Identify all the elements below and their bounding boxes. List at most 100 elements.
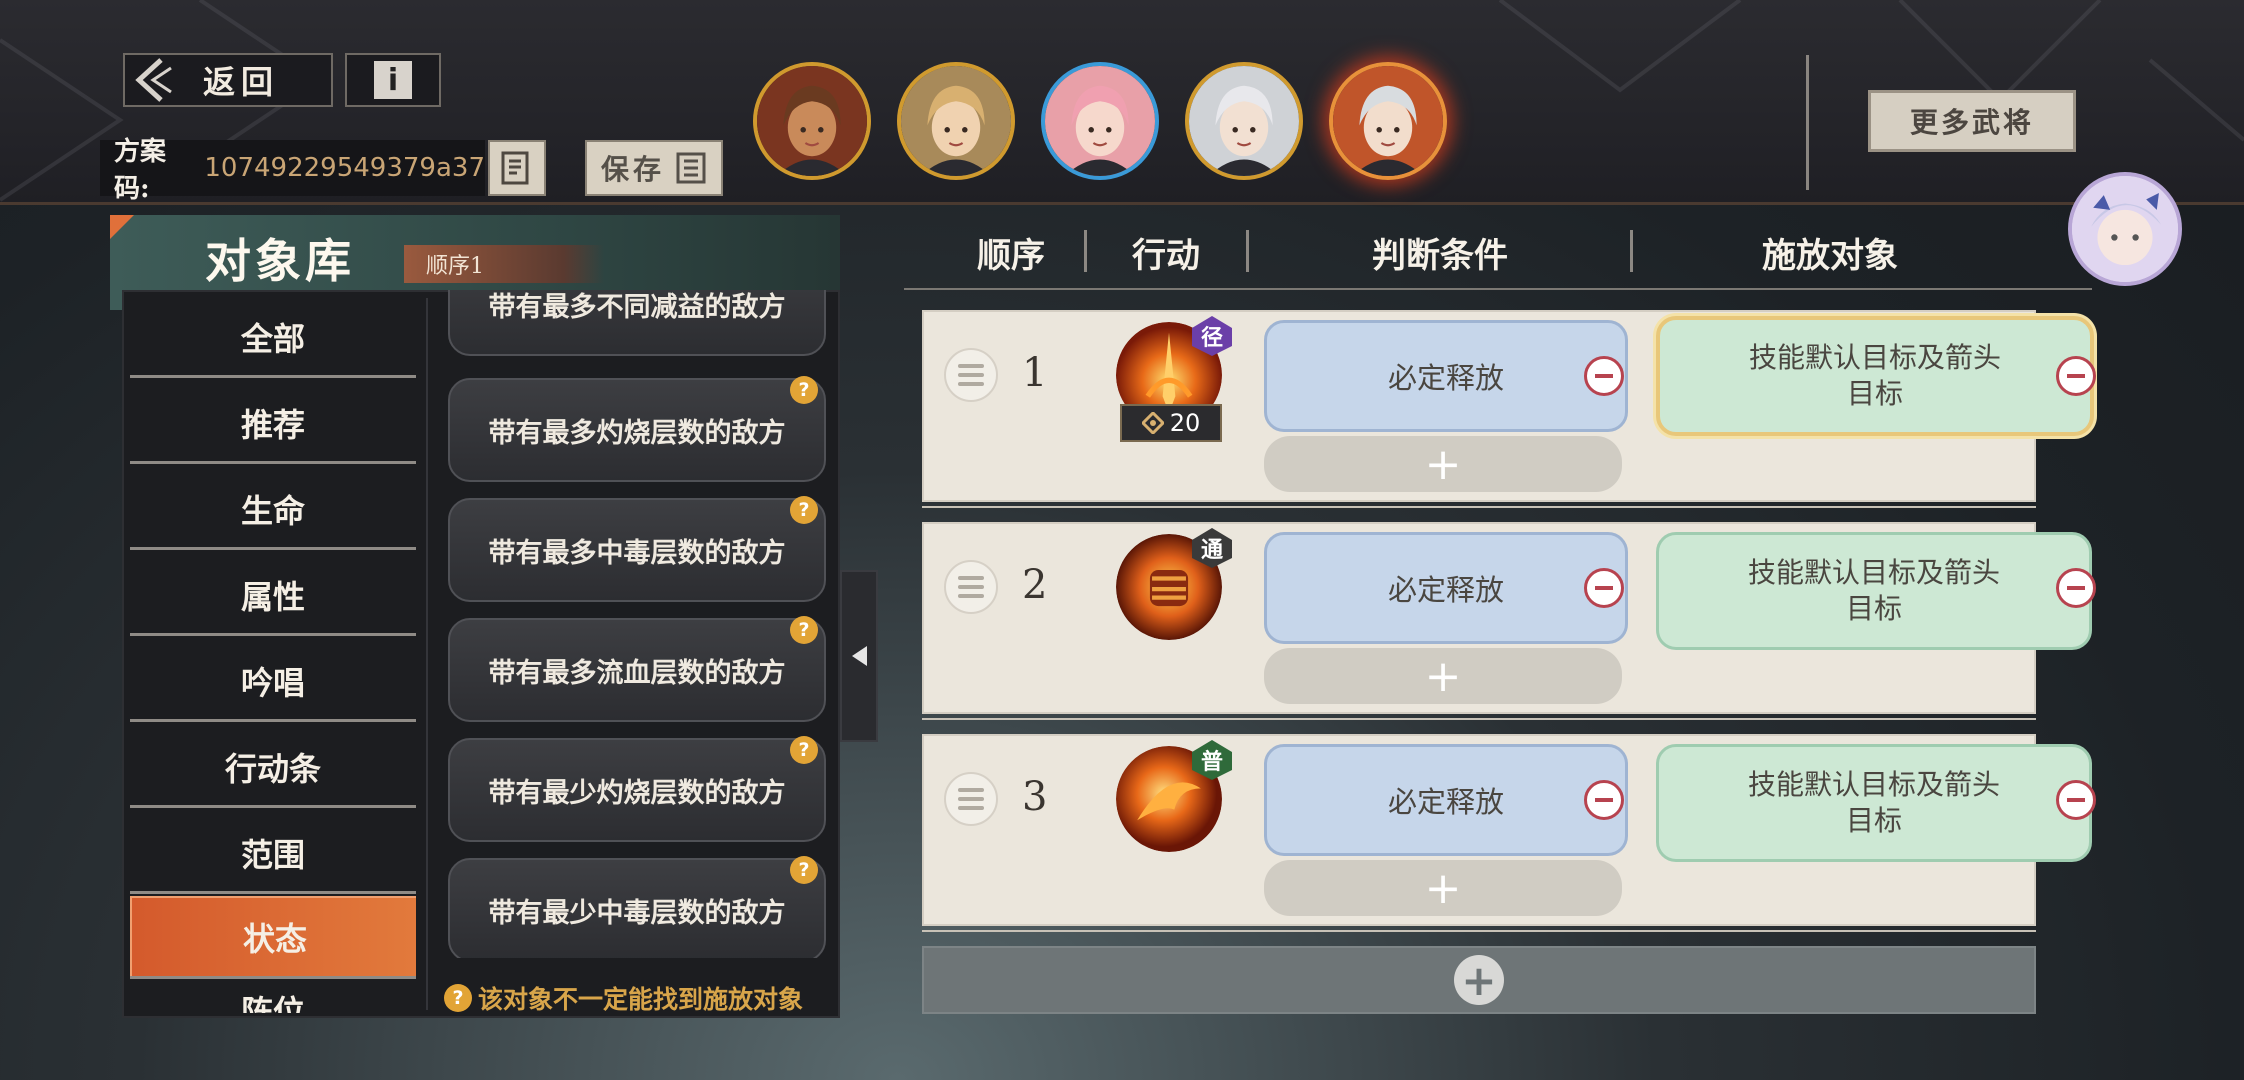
add-condition-button[interactable]: + (1264, 860, 1622, 916)
category-recommended[interactable]: 推荐 (130, 381, 416, 465)
assistant-avatar[interactable] (2068, 172, 2182, 286)
skill-cost: 20 (1120, 404, 1222, 442)
category-hp[interactable]: 生命 (130, 467, 416, 551)
save-button[interactable]: 保存 (585, 140, 723, 196)
drag-handle-icon[interactable] (944, 560, 998, 614)
library-column-divider (426, 298, 428, 1010)
target-slot-selected[interactable]: 技能默认目标及箭头 目标 (1656, 316, 2094, 436)
category-list: 全部 推荐 生命 属性 吟唱 行动条 范围 状态 阵位 (130, 295, 416, 1013)
row-divider (922, 930, 2036, 932)
option-least-burn[interactable]: 带有最少灼烧层数的敌方 (448, 738, 826, 842)
row-order: 2 (1022, 562, 1048, 608)
header-target: 施放对象 (1762, 236, 1898, 276)
save-icon (676, 152, 706, 184)
row-order: 3 (1022, 774, 1048, 820)
more-heroes-label: 更多武将 (1909, 106, 2034, 139)
category-chant[interactable]: 吟唱 (130, 639, 416, 723)
hero-portrait-4[interactable] (1185, 62, 1303, 180)
option-most-poison[interactable]: 带有最多中毒层数的敌方 (448, 498, 826, 602)
target-option-list: 带有最多不同减益的敌方 带有最多灼烧层数的敌方 带有最多中毒层数的敌方 带有最多… (438, 290, 834, 958)
category-action-bar[interactable]: 行动条 (130, 725, 416, 809)
library-order-tag: 顺序1 (404, 245, 604, 283)
hint-text: 该对象不一定能找到施放对象 (478, 985, 804, 1014)
portrait-1-image (757, 66, 867, 176)
category-range[interactable]: 范围 (130, 811, 416, 895)
category-formation[interactable]: 阵位 (130, 983, 416, 1013)
collapse-arrow-icon (852, 646, 867, 666)
help-icon[interactable]: ? (790, 376, 818, 404)
action-row-1: 1 径 20 必定释放 + 技能默认目标及箭头 目标 (922, 310, 2096, 502)
option-least-poison[interactable]: 带有最少中毒层数的敌方 (448, 858, 826, 958)
target-slot[interactable]: 技能默认目标及箭头 目标 (1656, 532, 2092, 650)
category-divider (130, 547, 416, 550)
remove-condition-icon[interactable] (1584, 356, 1624, 396)
collapse-panel-button[interactable] (840, 570, 878, 742)
save-label: 保存 (600, 153, 665, 186)
remove-condition-icon[interactable] (1584, 780, 1624, 820)
drag-handle-icon[interactable] (944, 348, 998, 402)
option-most-burn[interactable]: 带有最多灼烧层数的敌方 (448, 378, 826, 482)
category-all[interactable]: 全部 (130, 295, 416, 379)
condition-slot[interactable]: 必定释放 (1264, 744, 1628, 856)
library-title: 对象库 (205, 234, 355, 288)
option-most-bleed[interactable]: 带有最多流血层数的敌方 (448, 618, 826, 722)
header-order: 顺序 (977, 236, 1045, 276)
condition-slot[interactable]: 必定释放 (1264, 532, 1628, 644)
back-arrow-icon (125, 55, 181, 105)
header-condition: 判断条件 (1372, 236, 1508, 276)
portrait-2-image (901, 66, 1011, 176)
hero-portrait-2[interactable] (897, 62, 1015, 180)
help-icon[interactable]: ? (790, 616, 818, 644)
header-divider (1806, 55, 1809, 190)
row-divider (922, 506, 2036, 508)
info-button[interactable]: i (345, 53, 441, 107)
header-divider (1246, 230, 1249, 272)
help-icon[interactable]: ? (790, 856, 818, 884)
action-row-2: 2 通 必定释放 + 技能默认目标及箭头 目标 (922, 522, 2096, 714)
portrait-5-image (1333, 66, 1443, 176)
skill-cost-value: 20 (1169, 409, 1201, 437)
hero-portrait-3[interactable] (1041, 62, 1159, 180)
category-divider (130, 891, 416, 894)
delete-row-icon[interactable] (2056, 356, 2096, 396)
library-hint: ? 该对象不一定能找到施放对象 (444, 980, 803, 1016)
target-label: 技能默认目标及箭头 目标 (1748, 341, 2001, 410)
add-condition-button[interactable]: + (1264, 436, 1622, 492)
category-status-active[interactable]: 状态 (130, 896, 416, 978)
hero-portrait-1[interactable] (753, 62, 871, 180)
target-label: 技能默认目标及箭头 目标 (1747, 556, 2000, 625)
condition-slot[interactable]: 必定释放 (1264, 320, 1628, 432)
header-divider (1630, 230, 1633, 272)
portrait-3-image (1045, 66, 1155, 176)
drag-handle-icon[interactable] (944, 772, 998, 826)
category-divider (130, 375, 416, 378)
cost-icon (1141, 412, 1164, 434)
target-slot[interactable]: 技能默认目标及箭头 目标 (1656, 744, 2092, 862)
add-condition-button[interactable]: + (1264, 648, 1622, 704)
more-heroes-button[interactable]: 更多武将 (1868, 90, 2076, 152)
category-divider (130, 719, 416, 722)
remove-condition-icon[interactable] (1584, 568, 1624, 608)
delete-row-icon[interactable] (2056, 780, 2096, 820)
target-label: 技能默认目标及箭头 目标 (1747, 768, 2000, 837)
back-label: 返回 (203, 63, 280, 101)
category-divider (130, 805, 416, 808)
header-divider (1084, 230, 1087, 272)
portrait-4-image (1189, 66, 1299, 176)
add-action-row-button[interactable]: + (922, 946, 2036, 1014)
copy-code-button[interactable] (488, 140, 546, 196)
help-icon[interactable]: ? (790, 736, 818, 764)
hero-portrait-5-selected[interactable] (1329, 62, 1447, 180)
option-most-debuffs[interactable]: 带有最多不同减益的敌方 (448, 290, 826, 356)
help-icon[interactable]: ? (790, 496, 818, 524)
category-attribute[interactable]: 属性 (130, 553, 416, 637)
back-button[interactable]: 返回 (123, 53, 333, 107)
row-divider (922, 718, 2036, 720)
category-divider (130, 633, 416, 636)
delete-row-icon[interactable] (2056, 568, 2096, 608)
scheme-code: 方案码: 10749229549379a37 (100, 137, 485, 204)
category-divider (130, 976, 416, 979)
add-row-icon: + (1454, 955, 1504, 1005)
library-corner-mark (110, 215, 134, 239)
row-order: 1 (1022, 350, 1048, 396)
